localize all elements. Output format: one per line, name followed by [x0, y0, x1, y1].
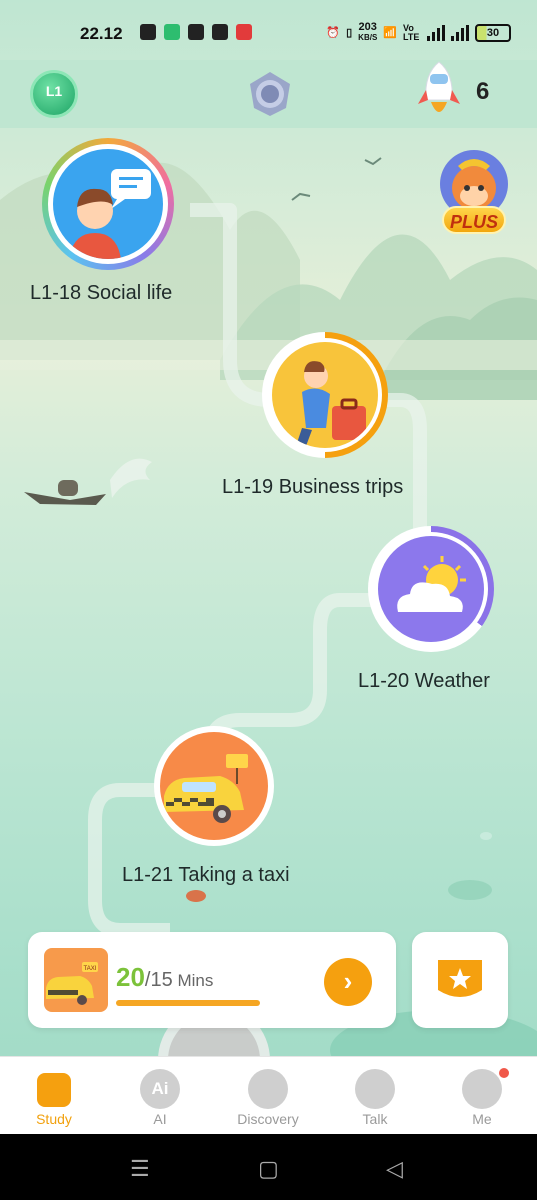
chat-person-icon: [53, 149, 163, 259]
minutes-progress-bar: [116, 1000, 260, 1006]
wifi-icon: 📶: [383, 27, 397, 39]
level-label: L1: [45, 83, 63, 99]
net-speed: 203 KB/S: [358, 22, 377, 43]
lesson-label: L1-19 Business trips: [222, 476, 404, 498]
plus-badge[interactable]: PLUS: [434, 148, 514, 238]
home-button[interactable]: ▢: [258, 1156, 279, 1182]
star-bookmark-icon: [438, 960, 482, 997]
vibrate-icon: ▯: [346, 27, 353, 39]
lesson-l1-21[interactable]: [154, 726, 274, 846]
lesson-l1-20[interactable]: [368, 526, 494, 652]
minutes-unit: Mins: [177, 971, 214, 990]
app-icon: [164, 24, 180, 40]
tab-label: AI: [153, 1111, 167, 1127]
notification-dot: [499, 1068, 509, 1078]
smile-face-icon: [462, 1069, 502, 1109]
status-time: 22.12: [80, 24, 123, 43]
top-header: L1 6: [0, 60, 537, 128]
current-lesson-thumbnail: TAXI: [44, 948, 108, 1012]
volte-label: Vo LTE: [403, 22, 420, 42]
signal-icon-2: [451, 24, 469, 41]
lesson-label: L1-21 Taking a taxi: [122, 864, 290, 886]
status-bar: 22.12 ⏰ ▯ 203 KB/S 📶 Vo LTE 30: [0, 0, 537, 66]
medal-icon[interactable]: [246, 70, 294, 118]
signal-icon: [427, 24, 445, 41]
energy-count: 6: [476, 78, 490, 105]
taxi-sign-text: TAXI: [84, 966, 97, 972]
back-button[interactable]: ◁: [386, 1156, 403, 1182]
minutes-progress: 20/15 Mins: [116, 962, 213, 993]
lesson-l1-18[interactable]: [42, 138, 174, 270]
tab-ai[interactable]: Ai AI: [110, 1065, 210, 1129]
recent-apps-button[interactable]: ☰: [130, 1156, 150, 1182]
net-speed-value: 203: [358, 21, 377, 33]
lesson-l1-19[interactable]: [262, 332, 388, 458]
battery-icon: 30: [475, 23, 511, 42]
tab-label: Discovery: [237, 1111, 299, 1127]
tab-talk[interactable]: Talk: [325, 1065, 425, 1129]
bottom-tab-bar: Study Ai AI Discovery Talk Me: [0, 1056, 537, 1134]
minutes-done: 20: [116, 962, 145, 992]
tab-label: Me: [472, 1111, 492, 1127]
status-right: ⏰ ▯ 203 KB/S 📶 Vo LTE 30: [326, 22, 511, 43]
shopping-icon: [140, 24, 156, 40]
tab-label: Talk: [362, 1111, 388, 1127]
wechat-icon: [188, 24, 204, 40]
taxi-icon: [160, 732, 268, 840]
notification-icons: [140, 24, 252, 40]
tab-discovery[interactable]: Discovery: [218, 1065, 318, 1129]
planet-icon: [248, 1069, 288, 1109]
tab-label: Study: [36, 1111, 72, 1127]
plus-label: PLUS: [442, 206, 506, 234]
continue-button[interactable]: ›: [324, 958, 372, 1006]
study-book-icon: [37, 1073, 71, 1107]
system-navigation-bar: ☰ ▢ ◁: [0, 1134, 537, 1200]
alarm-icon: ⏰: [326, 27, 341, 39]
lesson-label: L1-18 Social life: [30, 282, 173, 304]
youtube-icon: [212, 24, 228, 40]
net-speed-unit: KB/S: [358, 33, 378, 42]
sale-icon: [236, 24, 252, 40]
minutes-total: /15: [144, 969, 173, 991]
lesson-label: L1-20 Weather: [358, 670, 490, 692]
study-progress-card[interactable]: TAXI 20/15 Mins ›: [28, 932, 396, 1028]
ai-icon: Ai: [140, 1069, 180, 1109]
weather-cloud-icon: [378, 536, 484, 642]
favorites-button[interactable]: [412, 932, 508, 1028]
level-badge[interactable]: L1: [24, 66, 84, 122]
traveler-icon: [272, 342, 378, 448]
tab-me[interactable]: Me: [432, 1065, 532, 1129]
rocket-icon[interactable]: [418, 60, 460, 122]
tab-study[interactable]: Study: [4, 1065, 104, 1129]
talk-bubble-icon: [355, 1069, 395, 1109]
